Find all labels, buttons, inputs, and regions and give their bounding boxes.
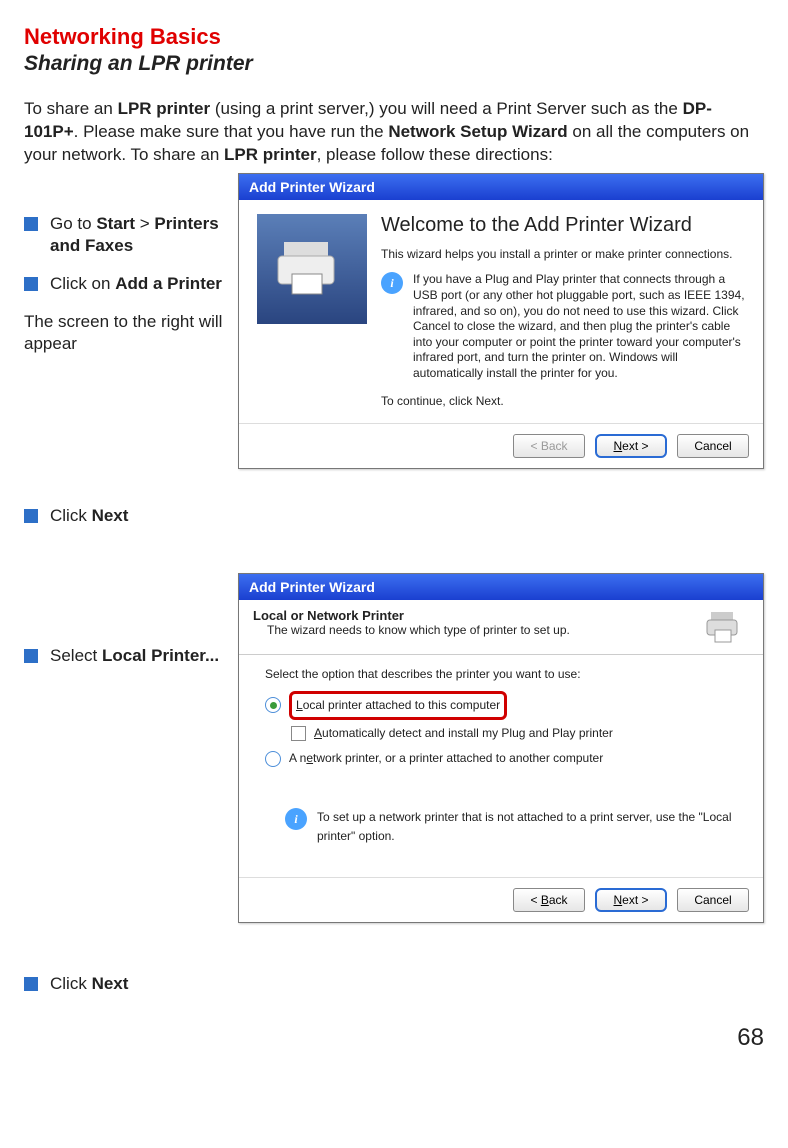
- dialog2-tip: To set up a network printer that is not …: [317, 808, 737, 846]
- radio-local-printer[interactable]: [265, 697, 281, 713]
- radio-network-printer[interactable]: [265, 751, 281, 767]
- add-printer-wizard-dialog-1: Add Printer Wizard Welcome to the Add Pr…: [238, 173, 764, 469]
- next-button[interactable]: Next >: [595, 888, 667, 912]
- add-printer-wizard-dialog-2: Add Printer Wizard Local or Network Prin…: [238, 573, 764, 922]
- dialog2-titlebar: Add Printer Wizard: [239, 574, 763, 600]
- dialog1-titlebar: Add Printer Wizard: [239, 174, 763, 200]
- option-local-printer-label: Local printer attached to this computer: [289, 691, 507, 720]
- step-click-add-printer: Click on Add a Printer: [24, 273, 224, 295]
- next-button[interactable]: Next >: [595, 434, 667, 458]
- step-click-next-1: Click Next: [24, 505, 224, 527]
- dialog2-subheading: The wizard needs to know which type of p…: [267, 623, 701, 637]
- cancel-button[interactable]: Cancel: [677, 888, 749, 912]
- heading-sharing-lpr: Sharing an LPR printer: [24, 52, 764, 76]
- printer-hero-image: [257, 214, 367, 324]
- heading-networking-basics: Networking Basics: [24, 24, 764, 50]
- step-goto-start: Go to Start > Printers and Faxes: [24, 213, 224, 257]
- cancel-button[interactable]: Cancel: [677, 434, 749, 458]
- back-button[interactable]: < Back: [513, 888, 585, 912]
- dialog2-heading: Local or Network Printer: [253, 608, 701, 623]
- checkbox-auto-detect[interactable]: [291, 726, 306, 741]
- info-icon: i: [381, 272, 403, 294]
- back-button: < Back: [513, 434, 585, 458]
- step-click-next-2: Click Next: [24, 973, 224, 995]
- page-number: 68: [24, 1024, 764, 1052]
- dialog1-p3: To continue, click Next.: [381, 394, 745, 410]
- step-select-local: Select Local Printer...: [24, 645, 224, 667]
- info-icon: i: [285, 808, 307, 830]
- dialog1-p2: If you have a Plug and Play printer that…: [413, 272, 745, 381]
- dialog1-heading: Welcome to the Add Printer Wizard: [381, 214, 745, 237]
- dialog1-p1: This wizard helps you install a printer …: [381, 247, 745, 263]
- intro-paragraph: To share an LPR printer (using a print s…: [24, 98, 764, 167]
- printer-small-icon: [701, 608, 749, 648]
- option-network-printer-label: A network printer, or a printer attached…: [289, 749, 603, 768]
- screen-right-note: The screen to the right will appear: [24, 311, 224, 355]
- dialog2-prompt: Select the option that describes the pri…: [265, 665, 737, 684]
- checkbox-auto-detect-label: Automatically detect and install my Plug…: [314, 724, 613, 743]
